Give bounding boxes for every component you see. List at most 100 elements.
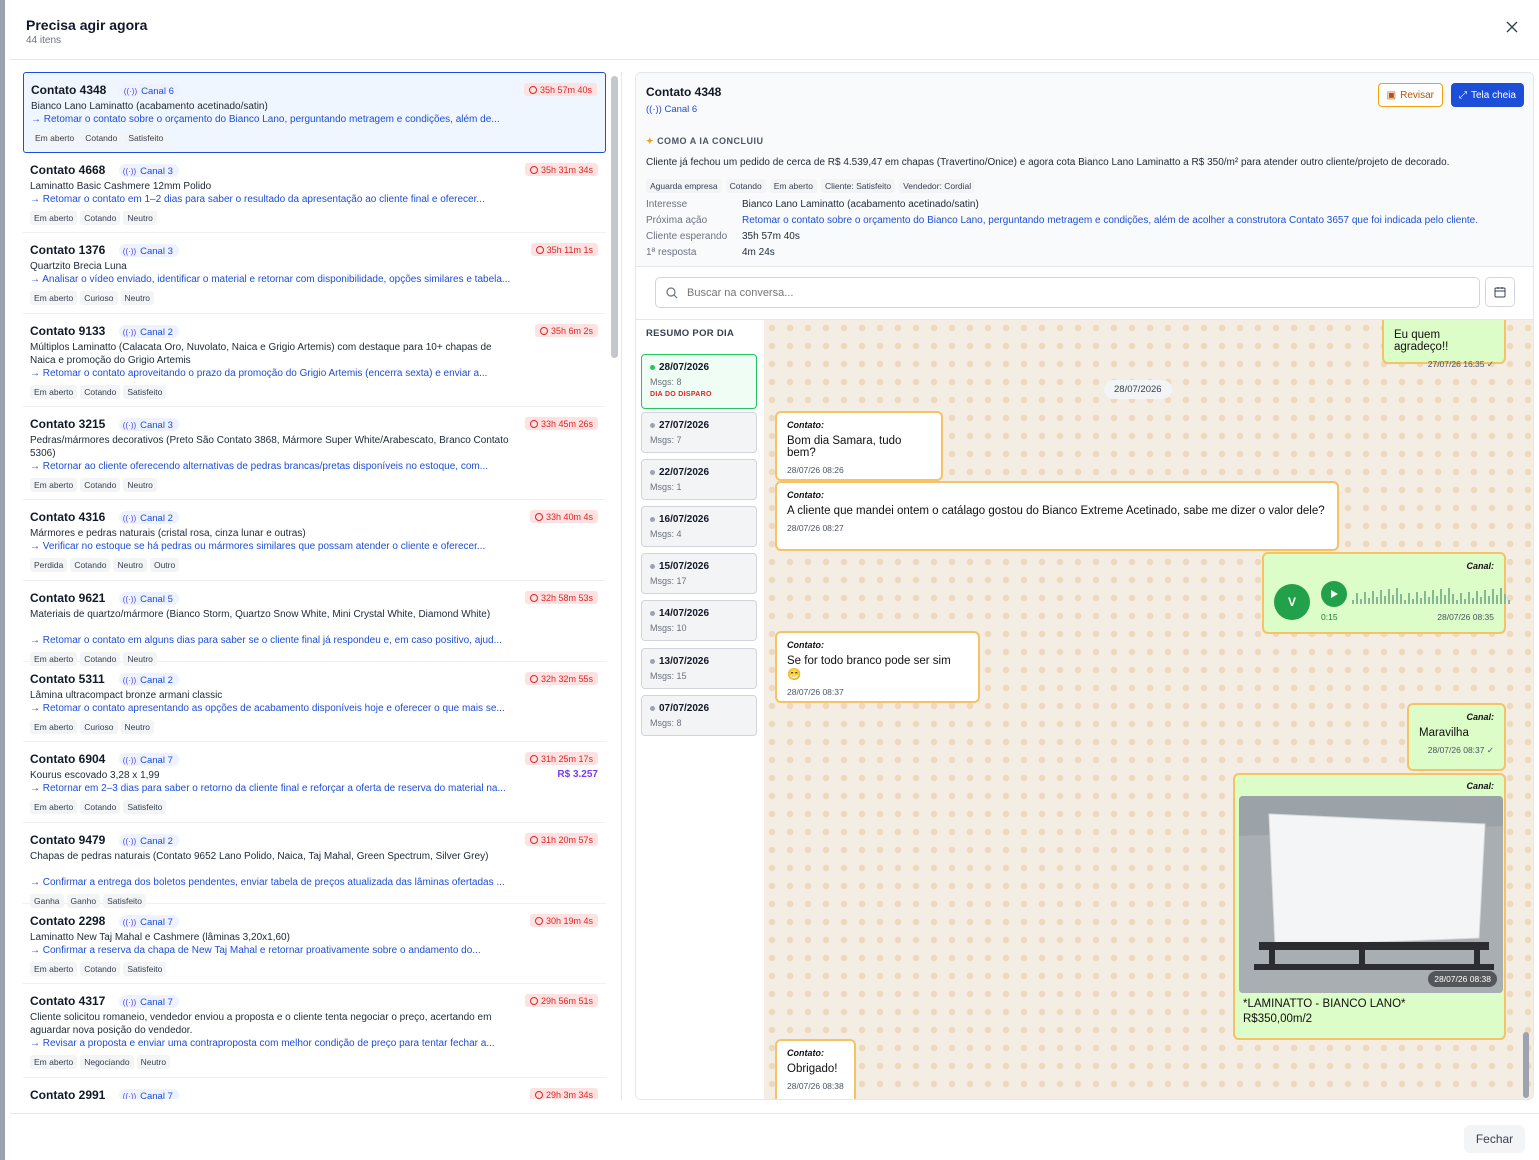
chat-search[interactable] [655,277,1480,308]
close-icon[interactable] [1501,16,1523,38]
contact-name: Contato 9621 [30,591,106,605]
close-button[interactable]: Fechar [1464,1125,1525,1153]
message-sender: Contato: [787,640,824,650]
contact-card[interactable]: Contato 4317 ((·)) Canal 7 29h 56m 51s Clien… [23,984,606,1078]
clipboard-icon: ▣ [1386,89,1397,101]
next-action-link[interactable]: → Analisar o vídeo enviado, identificar … [30,274,520,285]
wave-bar [1464,599,1466,604]
next-action-link[interactable]: → Retornar ao cliente oferecendo alterna… [30,461,520,472]
ia-tag: Em aberto [769,179,817,193]
modal-subtitle: 44 itens [26,35,62,46]
contact-card[interactable]: Contato 1376 ((·)) Canal 3 35h 11m 1s Quartz… [23,233,606,314]
contact-card[interactable]: Contato 9621 ((·)) Canal 5 32h 58m 53s Mater… [23,581,606,666]
detail-canal: ((·)) Canal 6 [646,104,697,115]
fullscreen-button[interactable]: ⤢ Tela cheia [1450,83,1524,107]
canal-label: Canal 6 [141,85,174,97]
day-card[interactable]: 28/07/2026 Msgs: 8 DIA DO DISPARO [641,354,757,409]
timer-label: 33h 40m 4s [545,511,593,522]
day-date: 27/07/2026 [650,420,756,431]
day-card[interactable]: 22/07/2026 Msgs: 1 [641,459,757,500]
product-image[interactable]: 28/07/26 08:38 [1239,796,1503,993]
day-date-label: 22/07/2026 [659,467,710,478]
next-action-link[interactable]: → Retornar em 2–3 dias para saber o reto… [30,783,520,794]
contact-card[interactable]: Contato 4348 ((·)) Canal 6 35h 57m 40s Bianc… [23,72,606,153]
message-bubble-out: Eu quem agradeço!! 27/07/26 16:35 ✓ [1382,320,1506,369]
day-card[interactable]: 27/07/2026 Msgs: 7 [641,412,757,453]
canal-label: Canal 7 [140,1090,173,1100]
status-dot [650,517,655,522]
modal-header: Precisa agir agora 44 itens [10,0,1539,60]
kv-value: Bianco Lano Laminatto (acabamento acetin… [742,199,979,210]
day-card[interactable]: 15/07/2026 Msgs: 17 [641,553,757,594]
contact-description: Bianco Lano Laminatto (acabamento acetin… [31,101,268,112]
tag: Cotando [80,385,121,399]
date-chip: 28/07/2026 [1104,380,1172,399]
chat-scrollbar[interactable] [1523,1032,1529,1098]
tag: Em aberto [30,385,78,399]
kv-key: 1ª resposta [646,247,697,258]
canal-label: Canal 3 [140,419,173,431]
next-action-link[interactable]: → Retomar o contato aproveitando o prazo… [30,368,520,379]
message-text: Bom dia Samara, tudo bem? [787,435,902,459]
day-msgs: Msgs: 17 [650,576,687,586]
contact-description: Múltiplos Laminatto (Calacata Oro, Nuvol… [30,342,492,366]
contact-card[interactable]: Contato 6904 ((·)) Canal 7 31h 25m 17s R$ 3.… [23,742,606,823]
next-action-link[interactable]: → Retomar o contato em 1–2 dias para sab… [30,194,520,205]
next-action-link[interactable]: → Retomar o contato apresentando as opçõ… [30,703,520,714]
wave-bar [1404,600,1406,604]
day-card[interactable]: 07/07/2026 Msgs: 8 [641,695,757,736]
day-msgs: Msgs: 7 [650,435,682,445]
day-card[interactable]: 13/07/2026 Msgs: 15 [641,648,757,689]
tag-row: Em aberto Cotando Neutro [30,211,157,225]
day-date: 14/07/2026 [650,608,756,619]
wave-bar [1440,589,1442,604]
contact-description: Laminatto Basic Cashmere 12mm Polido [30,181,212,192]
contact-card[interactable]: Contato 4668 ((·)) Canal 3 35h 31m 34s Lamin… [23,153,606,233]
ia-tag: Aguarda empresa [646,179,722,193]
detail-panel: Contato 4348 ((·)) Canal 6 ▣ Revisar ⤢ Tel… [635,72,1534,1100]
contact-card[interactable]: Contato 9479 ((·)) Canal 2 31h 20m 57s Chapa… [23,823,606,908]
timer-label: 35h 6m 2s [550,325,593,336]
tag: Cotando [80,962,121,976]
contact-name: Contato 2991 [30,1088,106,1099]
broadcast-icon: ((·)) [122,755,137,765]
tag-row: Em aberto Curioso Neutro [30,720,155,734]
day-card[interactable]: 16/07/2026 Msgs: 4 [641,506,757,547]
contact-description: Pedras/mármores decorativos (Preto São C… [30,435,509,459]
search-input[interactable] [687,286,1447,299]
play-button[interactable] [1321,581,1347,607]
next-action-link[interactable]: → Retomar o contato em alguns dias para … [30,635,520,646]
next-action-link[interactable]: → Revisar a proposta e enviar uma contra… [30,1038,520,1049]
next-action-link[interactable]: → Verificar no estoque se há pedras ou m… [30,541,520,552]
contact-card[interactable]: Contato 3215 ((·)) Canal 3 33h 45m 26s Pedra… [23,407,606,500]
next-action-link[interactable]: → Retomar o contato sobre o orçamento do… [31,114,521,125]
timer-label: 35h 31m 34s [540,164,593,175]
message-time: 28/07/26 08:27 [787,523,844,533]
contact-card[interactable]: Contato 5311 ((·)) Canal 2 32h 32m 55s Lâmin… [23,662,606,742]
message-bubble-in: Contato: Bom dia Samara, tudo bem? 28/07… [775,411,943,481]
ia-tags: Aguarda empresa Cotando Em aberto Cliente: … [646,179,976,193]
timer-label: 35h 57m 40s [539,84,592,95]
message-sender: Contato: [787,420,824,430]
next-action-link[interactable]: → Confirmar a reserva da chapa de New Ta… [30,945,520,956]
contact-card[interactable]: Contato 4316 ((·)) Canal 2 33h 40m 4s Mármor… [23,500,606,581]
canal-badge: ((·)) Canal 7 [118,1089,179,1100]
contact-card[interactable]: Contato 2991 ((·)) Canal 7 29h 3m 34s [23,1078,606,1099]
tag: Neutro [136,1055,171,1069]
day-msgs: Msgs: 1 [650,482,682,492]
revisar-button[interactable]: ▣ Revisar [1377,83,1443,107]
day-card[interactable]: 14/07/2026 Msgs: 10 [641,600,757,641]
contact-description: Laminatto New Taj Mahal e Cashmere (lâmi… [30,932,290,943]
contact-name: Contato 4316 [30,510,106,524]
wave-bar [1420,598,1422,604]
contact-card[interactable]: Contato 9133 ((·)) Canal 2 35h 6m 2s Múltipl… [23,314,606,407]
contact-card[interactable]: Contato 2298 ((·)) Canal 7 30h 19m 4s Lamina… [23,904,606,984]
list-scrollbar[interactable] [611,76,618,358]
canal-badge: ((·)) Canal 2 [118,673,179,686]
day-date: 16/07/2026 [650,514,756,525]
message-time: 28/07/26 08:26 [787,465,844,475]
tag-row: Em aberto Cotando Satisfeito [30,385,167,399]
calendar-button[interactable] [1485,277,1515,307]
next-action-link[interactable]: → Confirmar a entrega dos boletos penden… [30,877,520,888]
audio-waveform[interactable] [1352,586,1510,604]
